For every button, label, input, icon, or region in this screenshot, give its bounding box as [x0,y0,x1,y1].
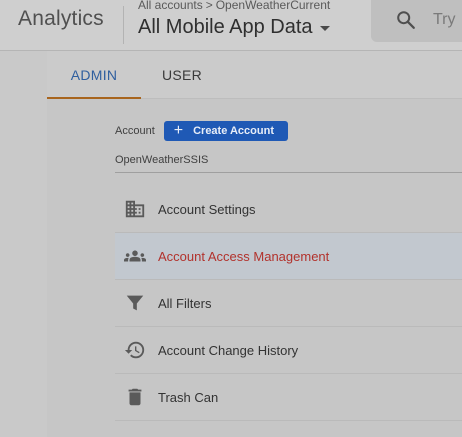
menu-item-trash-can[interactable]: Trash Can [115,374,462,421]
trash-icon [115,386,155,408]
tab-bar: ADMIN USER [47,51,462,99]
search-input[interactable] [431,8,462,32]
menu-item-account-change-history[interactable]: Account Change History [115,327,462,374]
tab-user[interactable]: USER [141,51,223,98]
create-account-label: Create Account [193,125,274,137]
account-selector-underline [115,172,462,173]
menu-item-label: Account Access Management [158,248,330,264]
view-selector[interactable]: All Mobile App Data [138,14,330,40]
menu-item-account-settings[interactable]: Account Settings [115,186,462,233]
plus-icon: + [173,122,184,139]
account-label: Account [115,125,155,137]
admin-panel: ADMIN USER Account + Create Account Open… [47,51,462,437]
menu-item-account-access-management[interactable]: Account Access Management [115,233,462,280]
menu-item-label: Account Change History [158,342,299,358]
view-title[interactable]: All Mobile App Data [138,16,313,39]
header-divider [123,6,124,44]
filter-icon [115,292,155,314]
account-menu: Account Settings Account Access Manageme… [115,186,462,421]
search-icon[interactable] [395,9,417,31]
product-name[interactable]: Analytics [18,7,104,31]
top-header: Analytics All accounts > OpenWeatherCurren… [0,0,462,51]
building-icon [115,198,155,220]
account-header-row: Account + Create Account [115,121,288,141]
tab-admin[interactable]: ADMIN [47,51,141,99]
menu-item-label: Account Settings [158,201,256,217]
history-icon [115,339,155,361]
search-box[interactable] [371,0,462,42]
caret-down-icon[interactable] [319,25,330,31]
account-selector[interactable]: OpenWeatherSSIS [115,154,208,166]
breadcrumb[interactable]: All accounts > OpenWeatherCurrent [138,0,330,12]
breadcrumb-separator: > [205,0,213,12]
menu-item-label: All Filters [158,295,212,311]
people-icon [115,245,155,267]
menu-item-all-filters[interactable]: All Filters [115,280,462,327]
breadcrumb-account[interactable]: OpenWeatherCurrent [216,0,331,12]
create-account-button[interactable]: + Create Account [163,121,288,141]
menu-item-label: Trash Can [158,389,219,405]
breadcrumb-root[interactable]: All accounts [138,0,203,12]
